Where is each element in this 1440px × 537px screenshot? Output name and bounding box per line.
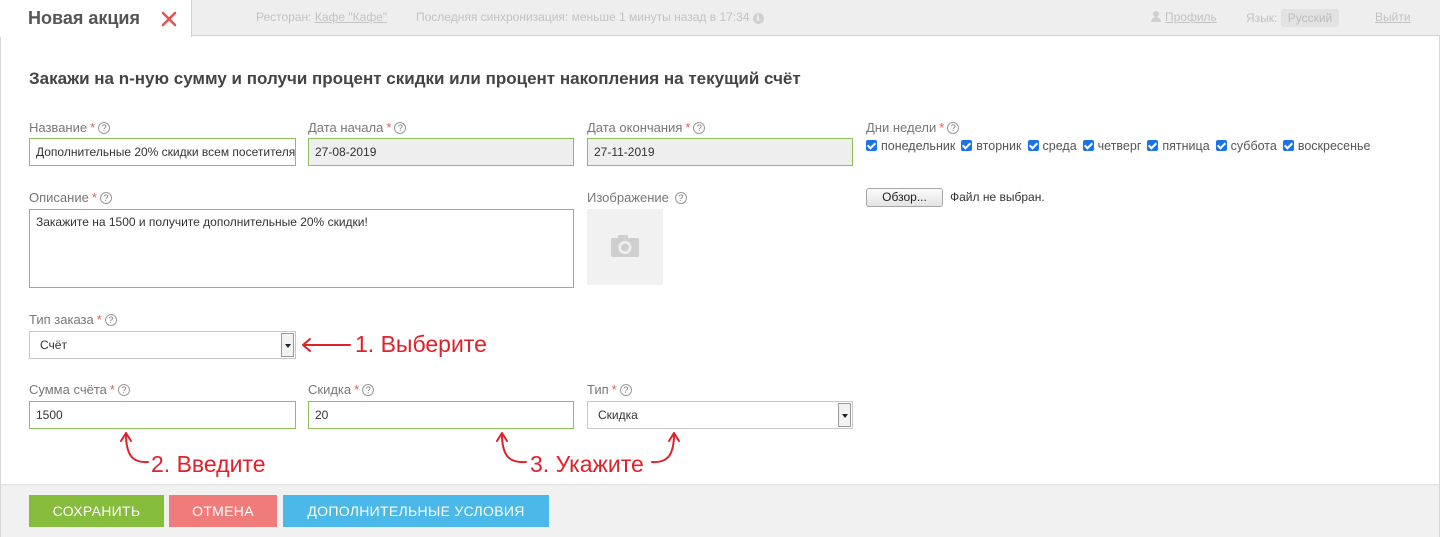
annotation-step1: 1. Выберите <box>355 331 487 357</box>
type-select[interactable]: Скидка <box>587 401 853 429</box>
sync-text: Последняя синхронизация: меньше 1 минуты… <box>416 10 750 24</box>
name-input[interactable]: Дополнительные 20% скидки всем посетител… <box>29 138 296 166</box>
logout-wrap: Выйти <box>1375 10 1411 24</box>
weekdays-label: Дни недели *? <box>866 120 960 135</box>
start-date-input[interactable]: 27-08-2019 <box>308 138 574 166</box>
cancel-button[interactable]: Отмена <box>169 495 277 527</box>
tab-title: Новая акция <box>28 8 140 28</box>
chevron-down-icon[interactable] <box>838 403 851 427</box>
save-button[interactable]: Сохранить <box>29 495 164 527</box>
order-type-select[interactable]: Счёт <box>29 331 296 359</box>
end-date-label: Дата окончания *? <box>587 120 706 135</box>
annotation-step2: 2. Введите <box>151 451 266 477</box>
checkbox-checked[interactable] <box>1147 140 1159 151</box>
top-bar: Новая акция Ресторан: Кафе "Кафе" Послед… <box>0 0 1440 37</box>
order-type-value: Счёт <box>40 338 67 352</box>
bill-sum-input[interactable]: 1500 <box>29 401 296 429</box>
description-label: Описание *? <box>29 190 112 205</box>
language-select[interactable]: Русский <box>1280 9 1340 27</box>
help-icon[interactable]: ? <box>693 122 706 134</box>
checkbox-checked[interactable] <box>1082 140 1094 151</box>
end-date-input[interactable]: 27-11-2019 <box>587 138 853 166</box>
close-icon[interactable] <box>160 10 178 28</box>
weekday-monday[interactable]: понедельник <box>866 139 955 153</box>
weekday-friday[interactable]: пятница <box>1147 139 1210 153</box>
discount-input[interactable]: 20 <box>308 401 574 429</box>
profile-link[interactable]: Профиль <box>1165 10 1217 24</box>
help-icon[interactable]: ? <box>99 192 112 204</box>
image-preview[interactable] <box>587 209 663 285</box>
type-value: Скидка <box>598 408 638 422</box>
restaurant-link[interactable]: Кафе "Кафе" <box>315 10 387 24</box>
annotation-step3: 3. Укажите <box>530 451 644 477</box>
image-label: Изображение? <box>587 190 687 205</box>
checkbox-checked[interactable] <box>1215 140 1227 151</box>
additional-conditions-button[interactable]: Дополнительные условия <box>283 495 549 527</box>
profile-link-wrap[interactable]: Профиль <box>1151 10 1217 24</box>
language-switcher: Язык: Русский <box>1246 9 1340 27</box>
arrow-left-icon <box>302 338 351 352</box>
help-icon[interactable]: ? <box>674 192 687 204</box>
checkbox-checked[interactable] <box>1027 140 1039 151</box>
bill-sum-label: Сумма счёта *? <box>29 382 130 397</box>
weekday-tuesday[interactable]: вторник <box>961 139 1022 153</box>
weekday-saturday[interactable]: суббота <box>1215 139 1277 153</box>
help-icon[interactable]: ? <box>947 122 960 134</box>
help-icon[interactable]: ? <box>117 384 130 396</box>
checkbox-checked[interactable] <box>1282 140 1294 151</box>
logout-link[interactable]: Выйти <box>1375 10 1411 24</box>
restaurant-label: Ресторан: <box>256 10 312 24</box>
browse-button[interactable]: Обзор... <box>866 188 943 207</box>
weekday-wednesday[interactable]: среда <box>1027 139 1077 153</box>
weekday-thursday[interactable]: четверг <box>1082 139 1141 153</box>
language-label: Язык: <box>1246 11 1278 25</box>
start-date-label: Дата начала *? <box>308 120 407 135</box>
name-label: Название *? <box>29 120 111 135</box>
tab-new-promo[interactable]: Новая акция <box>0 0 192 37</box>
help-icon[interactable]: ? <box>362 384 375 396</box>
user-icon <box>1151 11 1161 22</box>
chevron-down-icon[interactable] <box>281 333 294 357</box>
sync-status: Последняя синхронизация: меньше 1 минуты… <box>416 10 764 24</box>
weekday-sunday[interactable]: воскресенье <box>1282 139 1371 153</box>
checkbox-checked[interactable] <box>866 140 877 151</box>
order-type-label: Тип заказа *? <box>29 312 117 327</box>
restaurant-info: Ресторан: Кафе "Кафе" <box>256 10 387 24</box>
camera-icon <box>611 235 639 257</box>
curved-arrow-icon <box>496 432 527 464</box>
help-icon[interactable]: ? <box>619 384 632 396</box>
description-textarea[interactable]: Закажите на 1500 и получите дополнительн… <box>29 209 574 288</box>
help-icon[interactable]: ? <box>394 122 407 134</box>
curved-arrow-icon <box>120 432 149 464</box>
info-icon[interactable]: i <box>752 13 764 24</box>
help-icon[interactable]: ? <box>98 122 111 134</box>
curved-arrow-icon <box>651 432 680 464</box>
help-icon[interactable]: ? <box>104 314 117 326</box>
type-label: Тип *? <box>587 382 632 397</box>
file-status: Файл не выбран. <box>950 190 1045 204</box>
weekdays-checkboxes: понедельник вторник среда четверг пятница суб… <box>866 139 1377 153</box>
checkbox-checked[interactable] <box>961 140 973 151</box>
page-title: Закажи на n-ную сумму и получи процент с… <box>29 69 801 88</box>
discount-label: Скидка *? <box>308 382 375 397</box>
